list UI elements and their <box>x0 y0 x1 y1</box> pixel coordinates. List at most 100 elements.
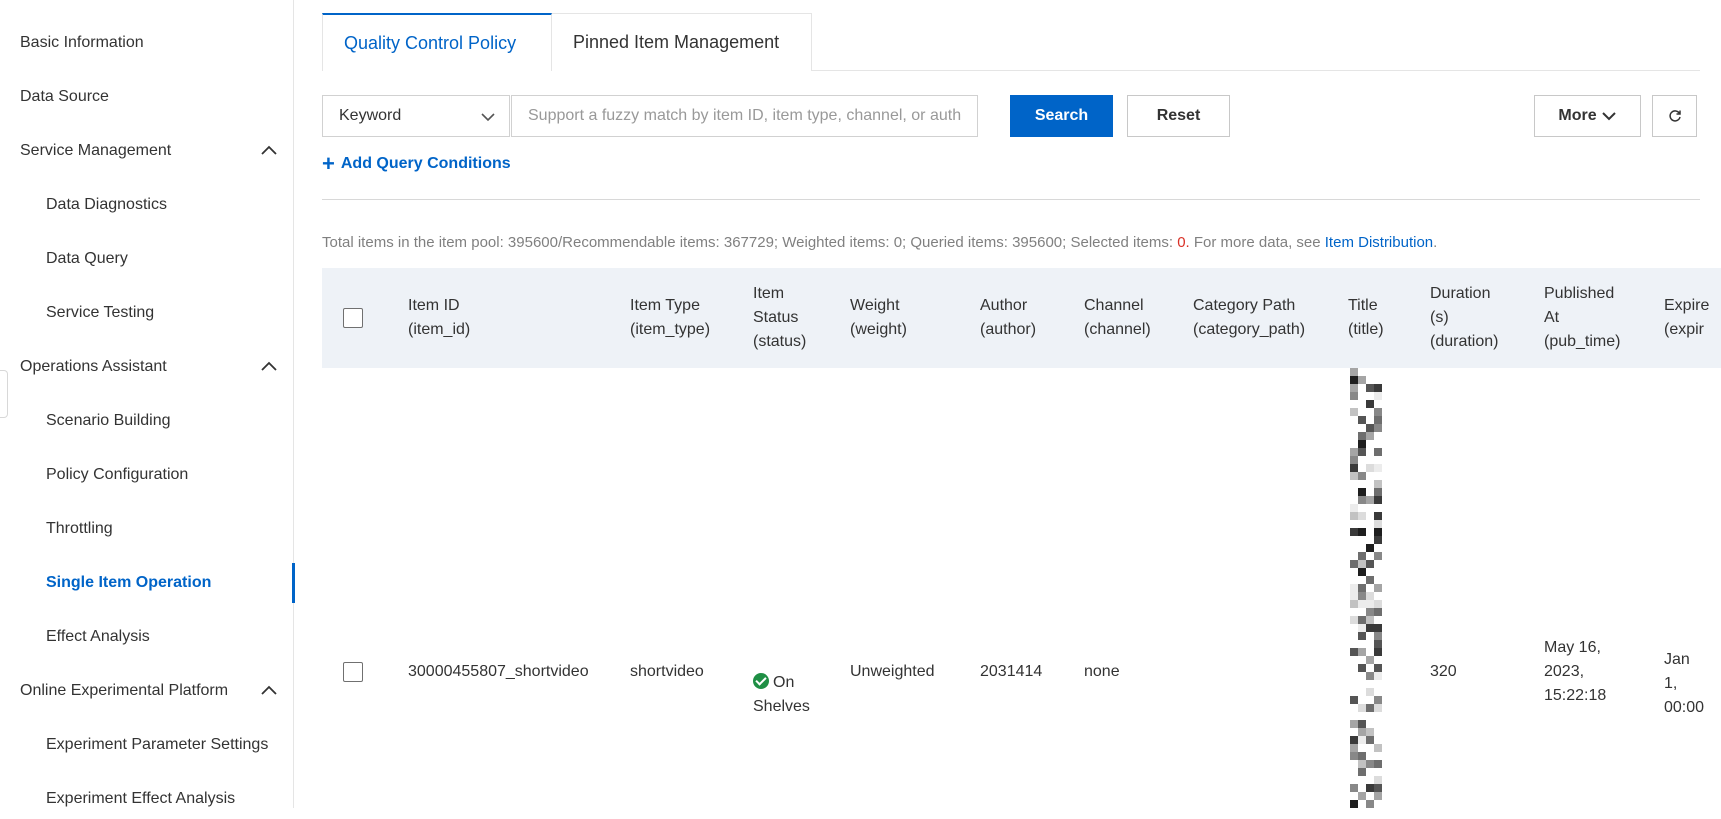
tab-quality-control-policy[interactable]: Quality Control Policy <box>322 13 552 71</box>
chevron-down-icon <box>481 113 495 122</box>
refresh-button[interactable] <box>1652 95 1697 137</box>
redaction-pixel <box>1358 592 1366 600</box>
column-header-pub-time[interactable]: Published At (pub_time) <box>1544 268 1620 368</box>
redaction-pixel <box>1350 512 1358 520</box>
reset-button-label: Reset <box>1156 107 1201 124</box>
redaction-pixel <box>1358 416 1366 424</box>
sidebar-item-label: Scenario Building <box>46 412 171 429</box>
column-header-item-type[interactable]: Item Type (item_type) <box>630 268 710 368</box>
add-query-conditions-label: Add Query Conditions <box>340 155 511 172</box>
redaction-pixel <box>1358 632 1366 640</box>
add-query-conditions-link[interactable]: + Add Query Conditions <box>322 153 511 175</box>
redaction-pixel <box>1366 384 1374 392</box>
redaction-pixel <box>1374 480 1382 488</box>
cell-title-redacted-image <box>1346 368 1386 808</box>
redaction-pixel <box>1374 632 1382 640</box>
redaction-pixel <box>1366 688 1374 696</box>
redaction-pixel <box>1358 600 1366 608</box>
sidebar-item-data-query[interactable]: Data Query <box>0 239 294 279</box>
redaction-pixel <box>1350 800 1358 808</box>
sidebar-item-service-testing[interactable]: Service Testing <box>0 293 294 333</box>
column-header-category-path[interactable]: Category Path (category_path) <box>1193 268 1305 368</box>
select-all-checkbox[interactable] <box>343 308 363 328</box>
column-header-item-id[interactable]: Item ID (item_id) <box>408 268 470 368</box>
redaction-pixel <box>1374 528 1382 536</box>
row-checkbox[interactable] <box>343 662 363 682</box>
redaction-pixel <box>1366 728 1374 736</box>
search-button[interactable]: Search <box>1010 95 1113 137</box>
tab-pinned-item-management[interactable]: Pinned Item Management <box>552 13 812 71</box>
sidebar-item-label: Experiment Parameter Settings <box>46 736 269 753</box>
sidebar-item-data-diagnostics[interactable]: Data Diagnostics <box>0 185 294 225</box>
cell-item-type: shortvideo <box>630 663 704 680</box>
redaction-pixel <box>1366 656 1374 664</box>
redaction-pixel <box>1350 648 1358 656</box>
redaction-pixel <box>1374 760 1382 768</box>
cell-channel: none <box>1084 663 1120 680</box>
redaction-pixel <box>1374 608 1382 616</box>
redaction-pixel <box>1358 768 1366 776</box>
sidebar-item-policy-configuration[interactable]: Policy Configuration <box>0 455 294 495</box>
plus-icon: + <box>322 151 335 176</box>
sidebar-item-experiment-parameter-settings[interactable]: Experiment Parameter Settings <box>0 725 294 765</box>
sidebar-item-basic-information[interactable]: Basic Information <box>0 23 294 63</box>
sidebar-nav: Basic Information Data Source Service Ma… <box>0 0 295 808</box>
redaction-pixel <box>1374 584 1382 592</box>
redaction-pixel <box>1358 432 1366 440</box>
sidebar-item-effect-analysis[interactable]: Effect Analysis <box>0 617 294 657</box>
reset-button[interactable]: Reset <box>1127 95 1230 137</box>
redaction-pixel <box>1366 424 1374 432</box>
sidebar-item-experiment-effect-analysis[interactable]: Experiment Effect Analysis <box>0 779 294 819</box>
column-header-expire[interactable]: Expire (expir <box>1664 268 1709 368</box>
sidebar-group-operations-assistant[interactable]: Operations Assistant <box>0 347 294 387</box>
redaction-pixel <box>1350 456 1358 464</box>
search-input[interactable] <box>511 95 978 137</box>
sidebar-group-online-experimental-platform[interactable]: Online Experimental Platform <box>0 671 294 711</box>
field-select-dropdown[interactable]: Keyword <box>322 95 510 137</box>
cell-status: On Shelves <box>753 647 823 719</box>
sidebar-item-scenario-building[interactable]: Scenario Building <box>0 401 294 441</box>
redaction-pixel <box>1350 696 1358 704</box>
sidebar-item-throttling[interactable]: Throttling <box>0 509 294 549</box>
redaction-pixel <box>1374 672 1382 680</box>
column-header-channel[interactable]: Channel (channel) <box>1084 268 1151 368</box>
redaction-pixel <box>1350 408 1358 416</box>
redaction-pixel <box>1374 776 1382 784</box>
redaction-pixel <box>1374 552 1382 560</box>
summary-more-text: For more data, see <box>1189 234 1325 251</box>
chevron-up-icon <box>261 685 277 695</box>
column-header-title[interactable]: Title (title) <box>1348 268 1384 368</box>
column-header-author[interactable]: Author (author) <box>980 268 1036 368</box>
redaction-pixel <box>1358 488 1366 496</box>
redaction-pixel <box>1350 560 1358 568</box>
redaction-pixel <box>1358 792 1366 800</box>
redaction-pixel <box>1358 560 1366 568</box>
search-button-label: Search <box>1034 107 1089 124</box>
column-header-duration[interactable]: Duration (s) (duration) <box>1430 268 1498 368</box>
column-header-status[interactable]: Item Status (status) <box>753 268 806 368</box>
sidebar-group-service-management[interactable]: Service Management <box>0 131 294 171</box>
redaction-pixel <box>1366 616 1374 624</box>
more-button[interactable]: More <box>1534 95 1641 137</box>
redaction-pixel <box>1374 744 1382 752</box>
column-header-weight[interactable]: Weight (weight) <box>850 268 907 368</box>
redaction-pixel <box>1366 736 1374 744</box>
redaction-pixel <box>1358 448 1366 456</box>
redaction-pixel <box>1366 800 1374 808</box>
redaction-pixel <box>1366 704 1374 712</box>
sidebar-item-data-source[interactable]: Data Source <box>0 77 294 117</box>
table-header: Item ID (item_id) Item Type (item_type) … <box>322 268 1721 368</box>
redaction-pixel <box>1366 560 1374 568</box>
redaction-pixel <box>1350 464 1358 472</box>
sidebar-collapse-handle[interactable] <box>0 370 8 418</box>
redaction-pixel <box>1358 496 1366 504</box>
sidebar-item-label: Data Query <box>46 250 128 267</box>
redaction-pixel <box>1358 528 1366 536</box>
item-distribution-link[interactable]: Item Distribution <box>1325 234 1433 251</box>
tab-label: Pinned Item Management <box>573 32 780 52</box>
sidebar-item-single-item-operation[interactable]: Single Item Operation <box>0 563 295 603</box>
redaction-pixel <box>1374 784 1382 792</box>
redaction-pixel <box>1358 512 1366 520</box>
redaction-pixel <box>1358 568 1366 576</box>
redaction-pixel <box>1366 592 1374 600</box>
